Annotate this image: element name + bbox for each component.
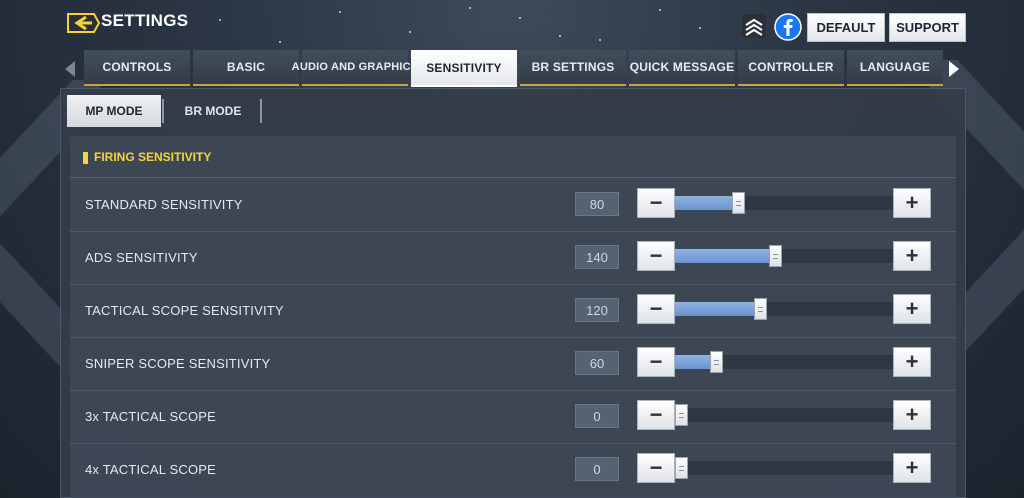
row-label: 4x TACTICAL SCOPE bbox=[85, 462, 217, 477]
value-field[interactable]: 140 bbox=[575, 245, 619, 269]
mode-divider bbox=[162, 99, 164, 123]
minus-icon: − bbox=[649, 190, 663, 215]
sensitivity-row: STANDARD SENSITIVITY 80 − + bbox=[70, 179, 956, 232]
tab-sensitivity[interactable]: SENSITIVITY bbox=[411, 50, 517, 87]
slider-track[interactable] bbox=[675, 245, 893, 267]
value-field[interactable]: 0 bbox=[575, 404, 619, 428]
slider-track[interactable] bbox=[675, 192, 893, 214]
minus-icon: − bbox=[649, 243, 663, 268]
slider-thumb[interactable] bbox=[675, 457, 688, 479]
mode-divider bbox=[260, 99, 262, 123]
tab-audio-and-graphics[interactable]: AUDIO AND GRAPHICS bbox=[292, 50, 418, 86]
value-field[interactable]: 0 bbox=[575, 457, 619, 481]
section-title-text: FIRING SENSITIVITY bbox=[94, 149, 212, 164]
minus-icon: − bbox=[649, 349, 663, 374]
value-field[interactable]: 60 bbox=[575, 351, 619, 375]
slider-thumb[interactable] bbox=[675, 404, 688, 426]
header: SETTINGS DEFAULT SUPPORT bbox=[0, 0, 1024, 50]
plus-icon: + bbox=[905, 402, 919, 427]
decrease-button[interactable]: − bbox=[637, 241, 675, 271]
slider-fill bbox=[675, 302, 760, 316]
slider-track[interactable] bbox=[675, 351, 893, 373]
back-arrow-icon[interactable] bbox=[66, 10, 101, 36]
tab-br-settings[interactable]: BR SETTINGS bbox=[520, 50, 626, 86]
tab-basic[interactable]: BASIC bbox=[193, 50, 299, 86]
facebook-icon[interactable] bbox=[774, 13, 802, 41]
slider-thumb[interactable] bbox=[754, 298, 767, 320]
plus-icon: + bbox=[905, 190, 919, 215]
minus-icon: − bbox=[649, 402, 663, 427]
increase-button[interactable]: + bbox=[893, 453, 931, 483]
tab-scroll-right-icon[interactable] bbox=[946, 58, 962, 80]
support-button[interactable]: SUPPORT bbox=[889, 13, 966, 42]
mode-tab-mp[interactable]: MP MODE bbox=[67, 95, 161, 127]
tab-scroll-left-icon[interactable] bbox=[62, 58, 78, 80]
sensitivity-row: SNIPER SCOPE SENSITIVITY 60 − + bbox=[70, 338, 956, 391]
settings-panel: MP MODE BR MODE FIRING SENSITIVITY STAND… bbox=[60, 88, 966, 498]
increase-button[interactable]: + bbox=[893, 347, 931, 377]
decrease-button[interactable]: − bbox=[637, 453, 675, 483]
tab-quick-message[interactable]: QUICK MESSAGE bbox=[629, 50, 735, 86]
increase-button[interactable]: + bbox=[893, 294, 931, 324]
value-field[interactable]: 80 bbox=[575, 192, 619, 216]
sensitivity-row: 4x TACTICAL SCOPE 0 − + bbox=[70, 444, 956, 497]
increase-button[interactable]: + bbox=[893, 188, 931, 218]
sensitivity-row: TACTICAL SCOPE SENSITIVITY 120 − + bbox=[70, 285, 956, 338]
minus-icon: − bbox=[649, 296, 663, 321]
plus-icon: + bbox=[905, 349, 919, 374]
plus-icon: + bbox=[905, 455, 919, 480]
plus-icon: + bbox=[905, 296, 919, 321]
decrease-button[interactable]: − bbox=[637, 400, 675, 430]
slider-fill bbox=[675, 249, 775, 263]
slider-thumb[interactable] bbox=[732, 192, 745, 214]
decrease-button[interactable]: − bbox=[637, 294, 675, 324]
row-label: ADS SENSITIVITY bbox=[85, 250, 198, 265]
section-title: FIRING SENSITIVITY bbox=[70, 136, 956, 178]
decrease-button[interactable]: − bbox=[637, 188, 675, 218]
firing-sensitivity-section: FIRING SENSITIVITY STANDARD SENSITIVITY … bbox=[70, 136, 956, 498]
row-label: TACTICAL SCOPE SENSITIVITY bbox=[85, 303, 284, 318]
row-label: 3x TACTICAL SCOPE bbox=[85, 409, 217, 424]
slider-fill bbox=[675, 196, 738, 210]
slider-thumb[interactable] bbox=[710, 351, 723, 373]
page-title: SETTINGS bbox=[101, 11, 189, 30]
increase-button[interactable]: + bbox=[893, 241, 931, 271]
section-marker bbox=[83, 152, 88, 164]
slider-thumb[interactable] bbox=[769, 245, 782, 267]
default-button[interactable]: DEFAULT bbox=[807, 13, 885, 42]
tab-controls[interactable]: CONTROLS bbox=[84, 50, 190, 86]
sensitivity-row: 3x TACTICAL SCOPE 0 − + bbox=[70, 391, 956, 444]
plus-icon: + bbox=[905, 243, 919, 268]
tab-controller[interactable]: CONTROLLER bbox=[738, 50, 844, 86]
sensitivity-row: ADS SENSITIVITY 140 − + bbox=[70, 232, 956, 285]
row-label: SNIPER SCOPE SENSITIVITY bbox=[85, 356, 271, 371]
slider-track[interactable] bbox=[675, 404, 893, 426]
mode-tab-br[interactable]: BR MODE bbox=[165, 95, 261, 127]
minus-icon: − bbox=[649, 455, 663, 480]
cod-chevron-icon[interactable] bbox=[741, 13, 767, 39]
value-field[interactable]: 120 bbox=[575, 298, 619, 322]
tab-language[interactable]: LANGUAGE bbox=[847, 50, 943, 86]
slider-track[interactable] bbox=[675, 298, 893, 320]
slider-track[interactable] bbox=[675, 457, 893, 479]
row-label: STANDARD SENSITIVITY bbox=[85, 197, 243, 212]
decrease-button[interactable]: − bbox=[637, 347, 675, 377]
increase-button[interactable]: + bbox=[893, 400, 931, 430]
